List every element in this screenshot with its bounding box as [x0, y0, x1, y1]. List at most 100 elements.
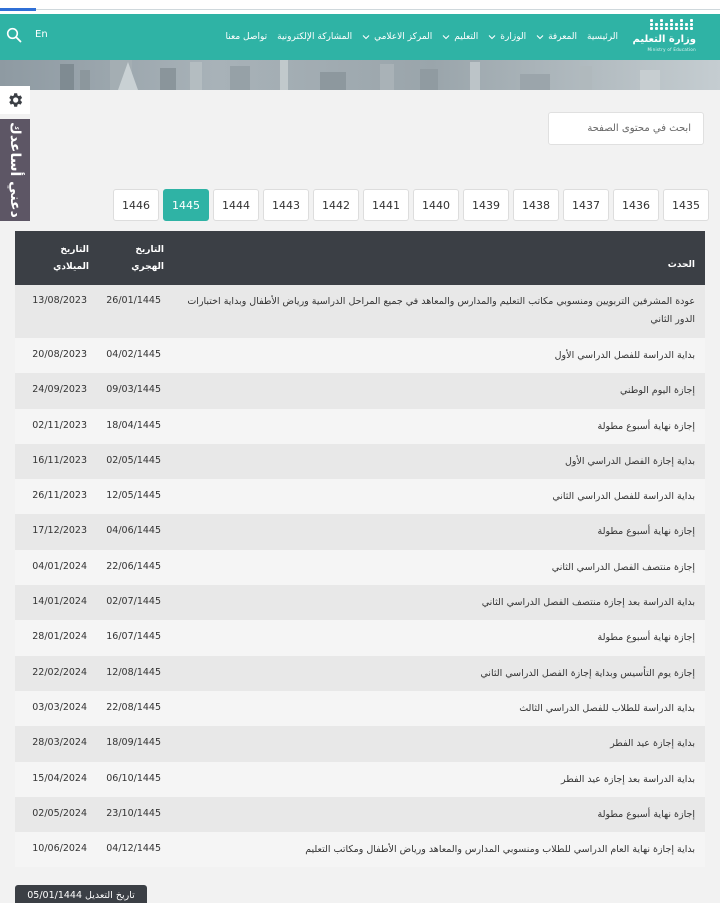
- cell-hijri-date: 06/10/1445: [106, 772, 161, 784]
- table-row: إجازة نهاية أسبوع مطولة 23/10/1445 02/05/2…: [15, 796, 705, 833]
- table-body: عودة المشرفين التربويين ومنسوبي مكاتب ال…: [15, 285, 705, 868]
- header-gregorian-date: التاريخ الميلادي: [53, 245, 89, 272]
- year-tab-1443[interactable]: 1443: [263, 189, 309, 221]
- nav-item-label: الرئيسية: [587, 32, 618, 42]
- cell-hijri-date: 12/08/1445: [106, 666, 161, 678]
- nav-item-5[interactable]: المشاركة الإلكترونية: [277, 32, 352, 42]
- cell-gregorian-date: 03/03/2024: [32, 701, 87, 713]
- cell-gregorian-date: 22/02/2024: [32, 666, 87, 678]
- cell-hijri-date: 16/07/1445: [106, 631, 161, 643]
- modified-date-badge: تاريخ التعديل 05/01/1444: [15, 885, 147, 903]
- cell-gregorian-date: 28/01/2024: [32, 631, 87, 643]
- cell-event: إجازة اليوم الوطني: [620, 385, 695, 397]
- year-tab-1436[interactable]: 1436: [613, 189, 659, 221]
- year-tab-1441[interactable]: 1441: [363, 189, 409, 221]
- nav-item-label: تواصل معنا: [225, 32, 268, 42]
- cell-gregorian-date: 26/11/2023: [32, 490, 87, 502]
- search-icon[interactable]: [6, 27, 22, 43]
- cell-hijri-date: 02/07/1445: [106, 596, 161, 608]
- cell-gregorian-date: 02/11/2023: [32, 419, 87, 431]
- year-selector: 1435 1436 1437 1438 1439 1440 1441 1442 1443 1444…: [113, 189, 709, 221]
- page-search-input[interactable]: [548, 112, 704, 145]
- top-strip: [0, 0, 720, 14]
- year-tab-1444[interactable]: 1444: [213, 189, 259, 221]
- year-tab-1440[interactable]: 1440: [413, 189, 459, 221]
- year-tab-1438[interactable]: 1438: [513, 189, 559, 221]
- cell-event: إجازة نهاية أسبوع مطولة: [597, 632, 695, 644]
- gear-icon: [9, 93, 23, 107]
- cell-hijri-date: 18/04/1445: [106, 419, 161, 431]
- year-tab-1439[interactable]: 1439: [463, 189, 509, 221]
- cell-hijri-date: 23/10/1445: [106, 807, 161, 819]
- table-header: الحدث التاريخ الهجري التاريخ الميلادي: [15, 231, 705, 285]
- cell-event: إجازة نهاية أسبوع مطولة: [597, 420, 695, 432]
- logo-mark: [650, 19, 694, 33]
- nav-item-4[interactable]: المركز الاعلامي: [362, 32, 432, 42]
- cell-hijri-date: 02/05/1445: [106, 454, 161, 466]
- cell-event: بداية الدراسة للفصل الدراسي الثاني: [552, 491, 695, 503]
- cell-hijri-date: 22/08/1445: [106, 701, 161, 713]
- year-tab-1445[interactable]: 1445: [163, 189, 209, 221]
- year-tab-1437[interactable]: 1437: [563, 189, 609, 221]
- nav-item-2[interactable]: الوزارة: [488, 32, 526, 42]
- table-row: إجازة منتصف الفصل الدراسي الثاني 22/06/14…: [15, 549, 705, 586]
- header-event: الحدث: [667, 260, 695, 270]
- nav-item-1[interactable]: المعرفة: [536, 32, 577, 42]
- cell-hijri-date: 04/12/1445: [106, 843, 161, 855]
- year-tab-1446[interactable]: 1446: [113, 189, 159, 221]
- nav-item-3[interactable]: التعليم: [442, 32, 478, 42]
- table-row: بداية الدراسة للفصل الدراسي الثاني 12/05/…: [15, 479, 705, 515]
- cell-hijri-date: 26/01/1445: [106, 295, 161, 306]
- cell-hijri-date: 04/02/1445: [106, 349, 161, 360]
- cell-hijri-date: 12/05/1445: [106, 490, 161, 502]
- cell-event: إجازة يوم التأسيس وبداية إجازة الفصل الد…: [480, 667, 695, 679]
- cell-event: بداية إجازة نهاية العام الدراسي للطلاب و…: [305, 844, 695, 856]
- year-tab-1435[interactable]: 1435: [663, 189, 709, 221]
- cell-event: بداية الدراسة بعد إجازة منتصف الفصل الدر…: [481, 597, 695, 609]
- main-header: وزارة التعليم Ministry of Education الرئ…: [0, 14, 720, 60]
- cell-event: إجازة منتصف الفصل الدراسي الثاني: [551, 561, 695, 573]
- cell-gregorian-date: 28/03/2024: [32, 737, 87, 749]
- cell-event: بداية الدراسة بعد إجازة عيد الفطر: [561, 773, 695, 785]
- cell-gregorian-date: 24/09/2023: [32, 384, 87, 396]
- language-toggle[interactable]: En: [35, 29, 48, 40]
- cell-hijri-date: 18/09/1445: [106, 737, 161, 749]
- chevron-down-icon: [362, 35, 370, 40]
- help-tab[interactable]: دعني أساعدك: [0, 119, 30, 221]
- table-row: بداية إجازة عيد الفطر 18/09/1445 28/03/202…: [15, 726, 705, 762]
- cell-event: بداية إجازة عيد الفطر: [610, 738, 695, 750]
- nav-item-label: المشاركة الإلكترونية: [277, 32, 353, 42]
- nav-item-label: المركز الاعلامي: [374, 32, 433, 42]
- nav-item-0[interactable]: الرئيسية: [587, 32, 618, 42]
- table-row: بداية الدراسة للفصل الدراسي الأول 04/02/1…: [15, 338, 705, 374]
- cell-event: بداية الدراسة للفصل الدراسي الأول: [554, 350, 695, 361]
- skyline-image: [60, 60, 660, 90]
- table-row: عودة المشرفين التربويين ومنسوبي مكاتب ال…: [15, 285, 705, 338]
- settings-button[interactable]: [0, 86, 30, 114]
- table-row: إجازة نهاية أسبوع مطولة 16/07/1445 28/01/2…: [15, 620, 705, 656]
- chevron-down-icon: [536, 35, 544, 40]
- table-row: إجازة نهاية أسبوع مطولة 04/06/1445 17/12/2…: [15, 514, 705, 550]
- nav-item-6[interactable]: تواصل معنا: [226, 32, 268, 42]
- cell-event: إجازة نهاية أسبوع مطولة: [597, 526, 695, 538]
- cell-gregorian-date: 14/01/2024: [32, 596, 87, 608]
- table-row: بداية الدراسة للطلاب للفصل الدراسي الثال…: [15, 690, 705, 727]
- table-row: بداية الدراسة بعد إجازة منتصف الفصل الدر…: [15, 585, 705, 621]
- cell-gregorian-date: 13/08/2023: [32, 295, 87, 306]
- table-row: إجازة نهاية أسبوع مطولة 18/04/1445 02/11/2…: [15, 408, 705, 444]
- ministry-logo[interactable]: وزارة التعليم Ministry of Education: [630, 17, 700, 57]
- help-tab-label: دعني أساعدك: [7, 122, 23, 218]
- cell-gregorian-date: 02/05/2024: [32, 807, 87, 819]
- nav-item-label: المعرفة: [548, 32, 577, 42]
- cell-hijri-date: 04/06/1445: [106, 525, 161, 537]
- table-row: بداية الدراسة بعد إجازة عيد الفطر 06/10/1…: [15, 761, 705, 797]
- cell-event: بداية إجازة الفصل الدراسي الأول: [564, 455, 695, 467]
- cell-gregorian-date: 10/06/2024: [32, 843, 87, 855]
- main-nav: الرئيسية المعرفة الوزارة التعليم المركز الاع…: [226, 14, 618, 60]
- chevron-down-icon: [488, 35, 496, 40]
- cell-event: بداية الدراسة للطلاب للفصل الدراسي الثال…: [519, 702, 695, 714]
- cell-hijri-date: 09/03/1445: [106, 384, 161, 396]
- logo-subtitle: Ministry of Education: [647, 47, 696, 52]
- year-tab-1442[interactable]: 1442: [313, 189, 359, 221]
- logo-name: وزارة التعليم: [632, 34, 696, 45]
